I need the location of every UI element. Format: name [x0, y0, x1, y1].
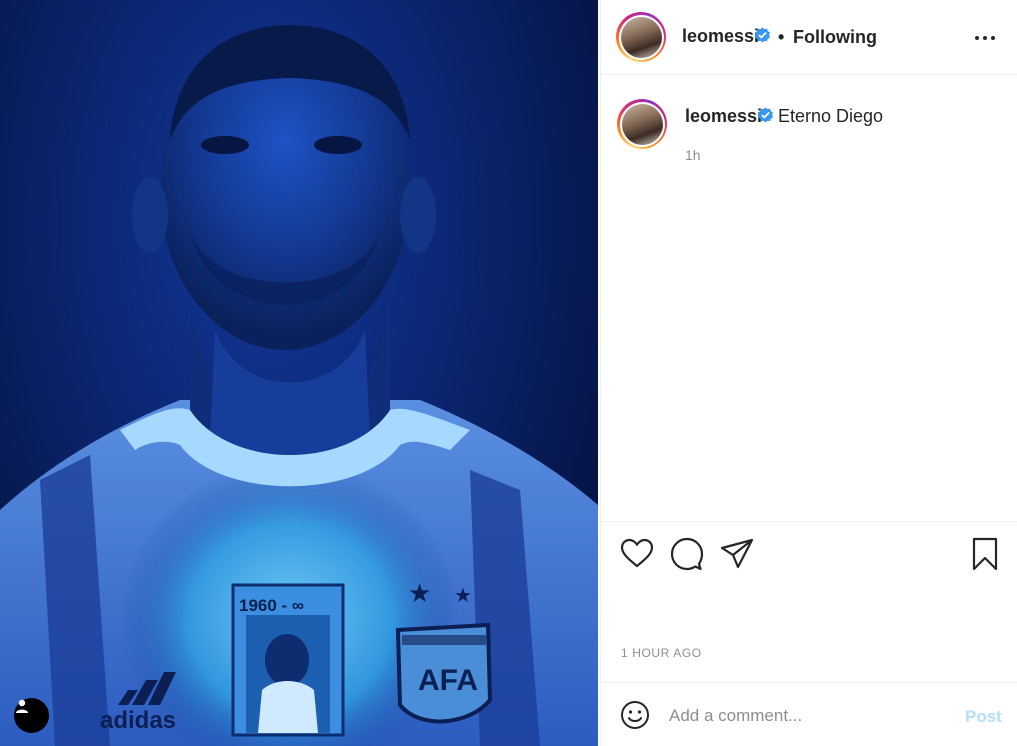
bookmark-icon[interactable]	[967, 536, 1003, 572]
post-comment-button[interactable]: Post	[965, 707, 1002, 727]
heart-icon[interactable]	[619, 536, 655, 572]
brand-text: adidas	[100, 707, 176, 734]
verified-badge-icon	[754, 27, 771, 43]
caption-story-ring[interactable]	[617, 99, 667, 149]
photo-illustration: 1960 - ∞ ★ ★ AFA adidas	[0, 25, 598, 746]
following-button[interactable]: Following	[793, 27, 877, 48]
caption-relative-time[interactable]: 1h	[685, 147, 701, 163]
star-icon: ★	[408, 578, 431, 608]
star-icon: ★	[454, 585, 472, 607]
paper-plane-icon[interactable]	[719, 536, 755, 572]
divider	[601, 521, 1017, 522]
emoji-icon[interactable]	[620, 700, 650, 730]
post-timestamp[interactable]: 1 HOUR AGO	[621, 646, 702, 660]
comment-icon[interactable]	[669, 536, 705, 572]
verified-badge-icon	[757, 107, 774, 123]
user-tags-button[interactable]	[14, 698, 49, 733]
shirt-photo-text: 1960 - ∞	[239, 596, 304, 615]
avatar[interactable]	[620, 16, 662, 58]
user-tag-icon	[16, 699, 28, 713]
header-username[interactable]: leomessi	[682, 26, 759, 47]
post-details-panel: leomessi • Following leomessi Eterno Die…	[600, 0, 1017, 746]
separator-dot: •	[778, 27, 785, 47]
comment-input[interactable]	[669, 701, 949, 731]
more-options-icon[interactable]	[973, 28, 997, 48]
post-header: leomessi • Following	[601, 0, 1017, 75]
caption-avatar[interactable]	[621, 103, 663, 145]
comment-bar: Post	[601, 682, 1017, 746]
story-ring[interactable]	[616, 12, 666, 62]
crest-text: AFA	[418, 664, 478, 697]
caption-username[interactable]: leomessi	[685, 106, 762, 127]
caption-text: Eterno Diego	[778, 106, 884, 126]
post-photo[interactable]: 1960 - ∞ ★ ★ AFA adidas	[0, 0, 598, 746]
